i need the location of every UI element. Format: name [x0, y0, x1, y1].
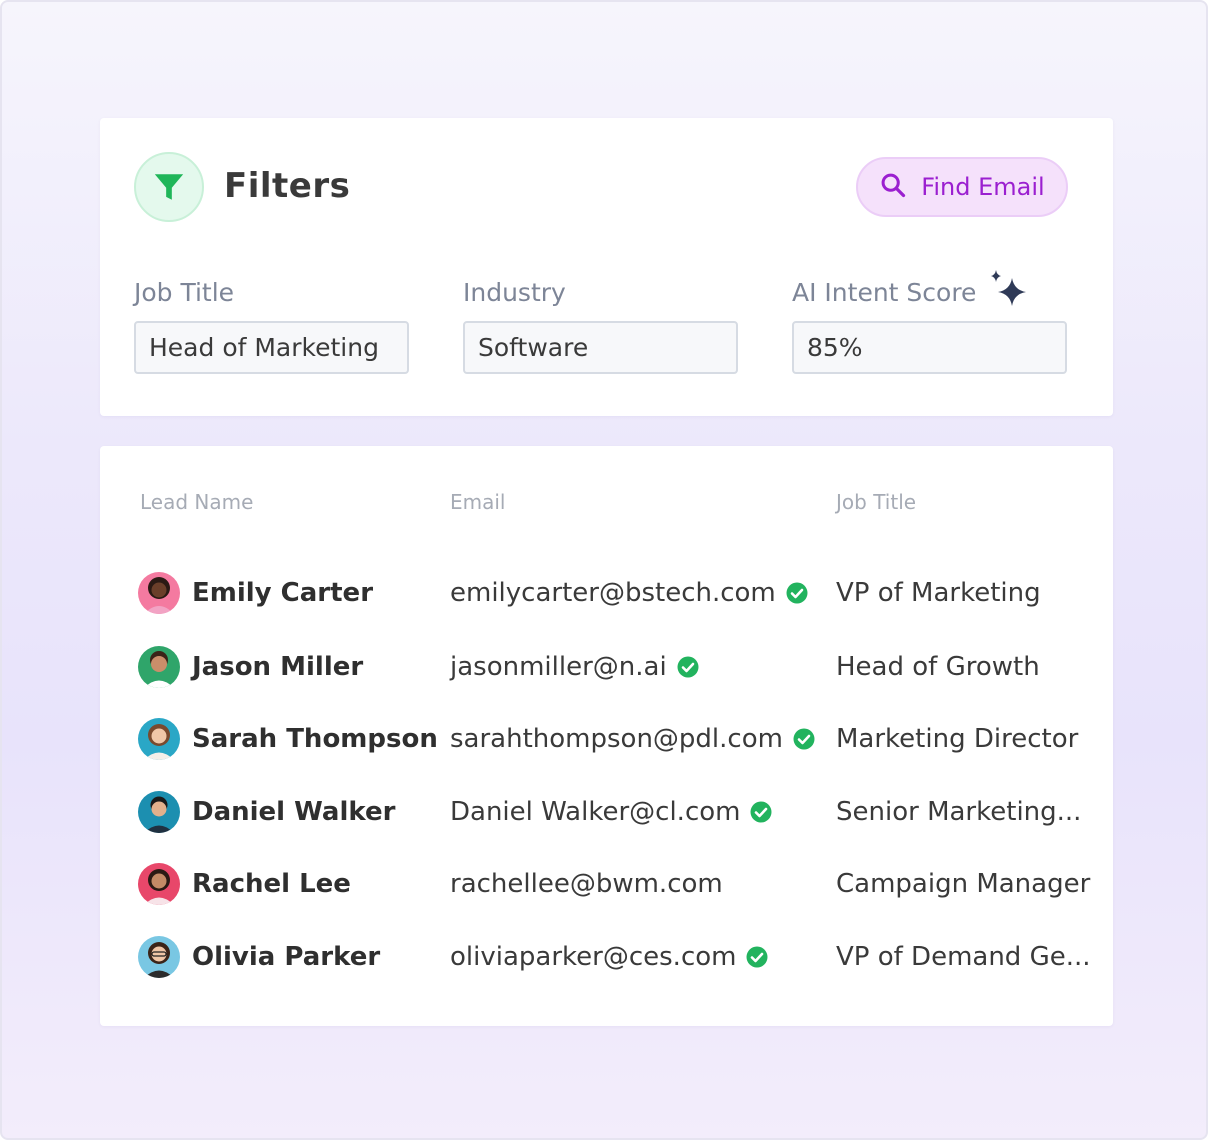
search-icon — [879, 171, 907, 203]
find-email-label: Find Email — [921, 173, 1045, 201]
industry-field[interactable]: Software — [463, 321, 738, 374]
table-row[interactable]: Jason Miller jasonmiller@n.ai Head of Gr… — [100, 640, 1113, 696]
table-row[interactable]: Emily Carter emilycarter@bstech.com VP o… — [100, 566, 1113, 622]
find-email-button[interactable]: Find Email — [856, 157, 1068, 217]
lead-name: Emily Carter — [192, 578, 374, 608]
avatar — [138, 791, 180, 833]
filter-funnel-icon — [134, 152, 204, 222]
lead-name: Olivia Parker — [192, 942, 381, 972]
lead-name: Daniel Walker — [192, 797, 396, 827]
lead-job-title: Campaign Manager — [836, 869, 1091, 899]
lead-email: sarahthompson@pdl.com — [450, 724, 815, 754]
lead-email: rachellee@bwm.com — [450, 869, 723, 899]
app-frame: Filters Find Email Job Title Head of Mar… — [0, 0, 1208, 1140]
lead-job-title: VP of Marketing — [836, 578, 1041, 608]
filters-card: Filters Find Email Job Title Head of Mar… — [100, 118, 1113, 416]
sparkle-icon — [986, 268, 1030, 316]
lead-email: jasonmiller@n.ai — [450, 652, 699, 682]
avatar — [138, 646, 180, 688]
table-row[interactable]: Daniel Walker Daniel Walker@cl.com Senio… — [100, 785, 1113, 841]
lead-job-title: Marketing Director — [836, 724, 1079, 754]
verified-check-icon — [746, 946, 768, 968]
lead-email: Daniel Walker@cl.com — [450, 797, 772, 827]
lead-job-title: Senior Marketing... — [836, 797, 1082, 827]
column-header-job-title[interactable]: Job Title — [836, 490, 916, 514]
table-row[interactable]: Sarah Thompson sarahthompson@pdl.com Mar… — [100, 712, 1113, 768]
lead-name: Jason Miller — [192, 652, 364, 682]
verified-check-icon — [750, 801, 772, 823]
lead-email: emilycarter@bstech.com — [450, 578, 808, 608]
column-header-lead-name[interactable]: Lead Name — [140, 490, 253, 514]
lead-name: Sarah Thompson — [192, 724, 438, 754]
lead-job-title: VP of Demand Ge... — [836, 942, 1091, 972]
ai-intent-score-field[interactable]: 85% — [792, 321, 1067, 374]
lead-job-title: Head of Growth — [836, 652, 1040, 682]
filters-title: Filters — [224, 166, 351, 206]
table-row[interactable]: Olivia Parker oliviaparker@ces.com VP of… — [100, 930, 1113, 986]
job-title-label: Job Title — [134, 278, 235, 307]
verified-check-icon — [677, 656, 699, 678]
job-title-field[interactable]: Head of Marketing — [134, 321, 409, 374]
ai-intent-score-label: AI Intent Score — [792, 278, 977, 307]
leads-table: Lead Name Email Job Title Emily Carter e… — [100, 446, 1113, 1026]
verified-check-icon — [793, 728, 815, 750]
verified-check-icon — [786, 582, 808, 604]
avatar — [138, 863, 180, 905]
lead-email: oliviaparker@ces.com — [450, 942, 768, 972]
avatar — [138, 718, 180, 760]
column-header-email[interactable]: Email — [450, 490, 506, 514]
lead-name: Rachel Lee — [192, 869, 351, 899]
avatar — [138, 572, 180, 614]
table-row[interactable]: Rachel Lee rachellee@bwm.com Campaign Ma… — [100, 857, 1113, 913]
avatar — [138, 936, 180, 978]
industry-label: Industry — [463, 278, 566, 307]
